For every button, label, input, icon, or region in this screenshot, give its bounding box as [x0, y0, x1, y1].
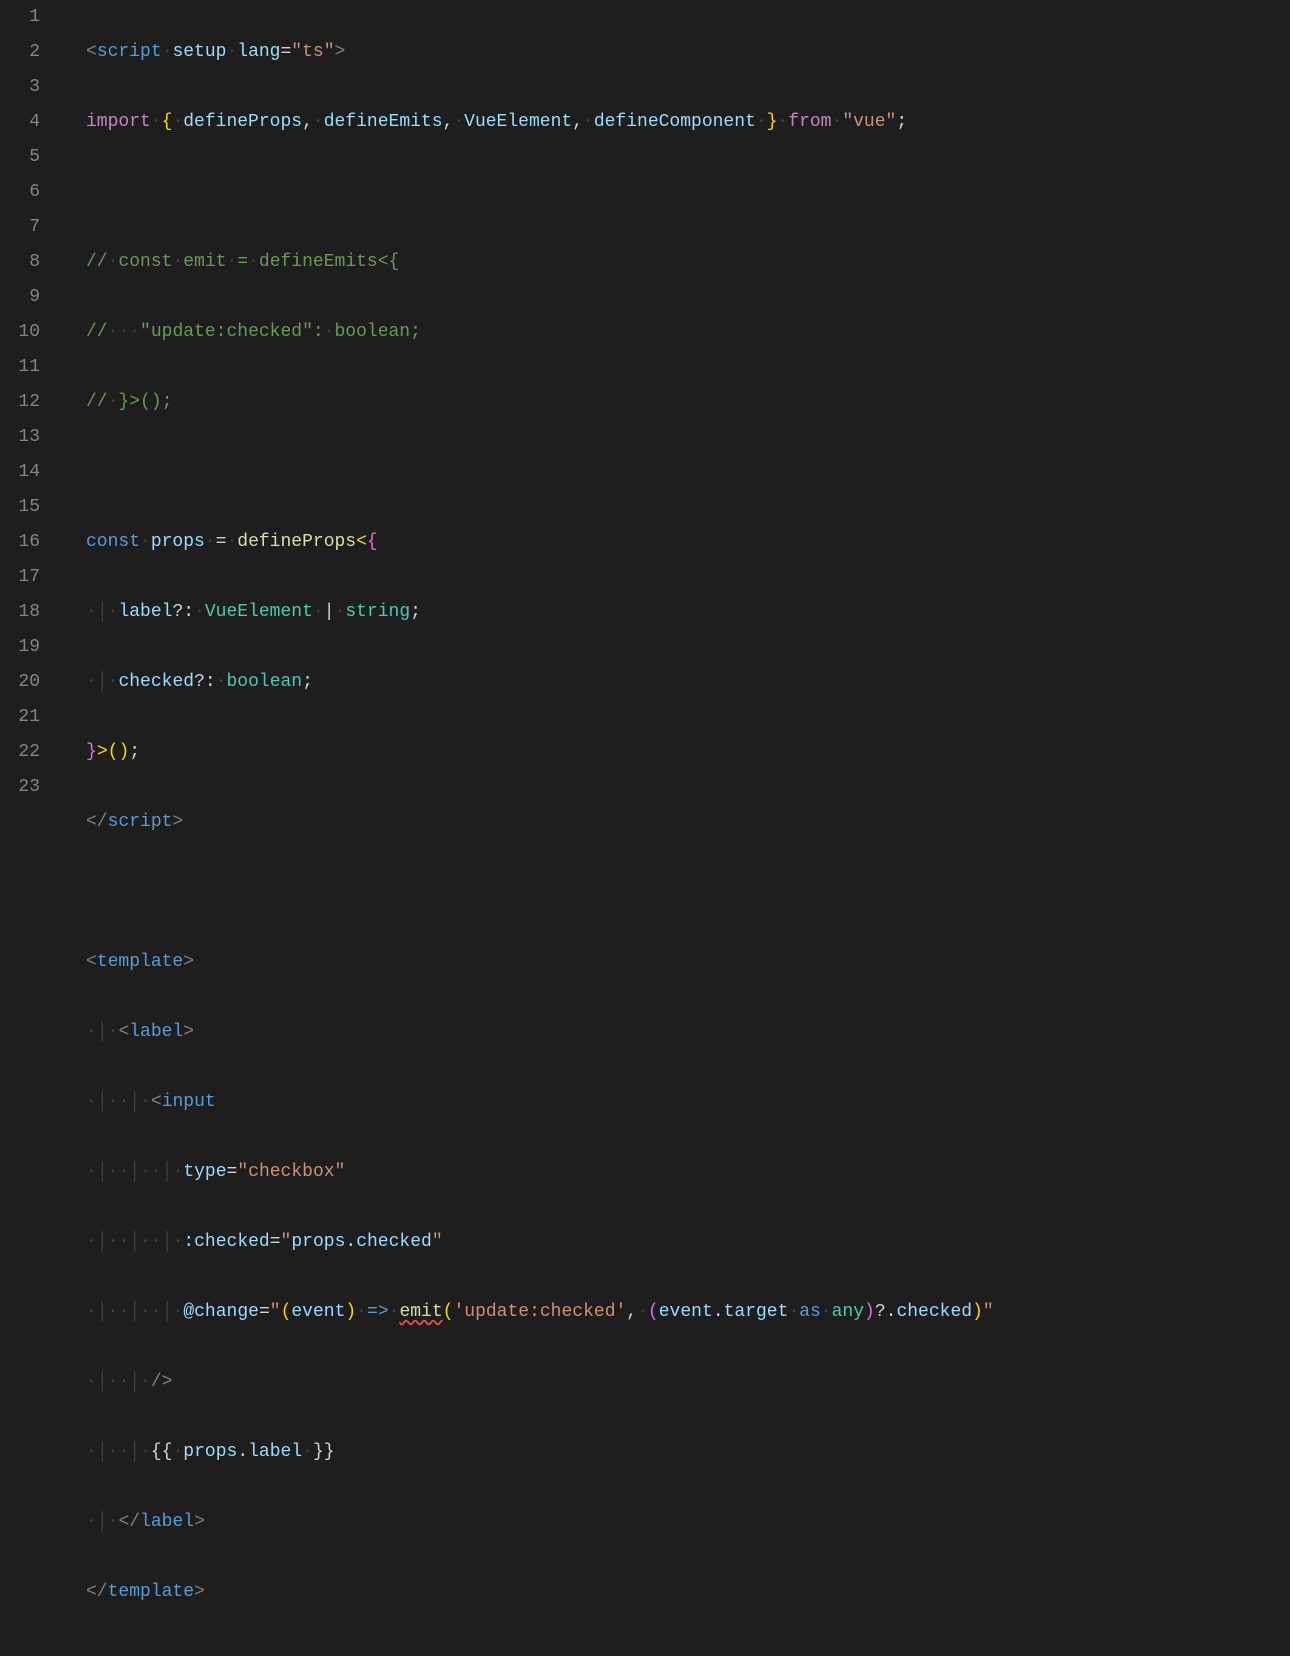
code-line[interactable]	[86, 455, 1290, 490]
code-line[interactable]: //·const·emit·=·defineEmits<{	[86, 245, 1290, 280]
line-number: 11	[0, 350, 40, 385]
line-number: 23	[0, 770, 40, 805]
line-number: 20	[0, 665, 40, 700]
line-number: 22	[0, 735, 40, 770]
line-number: 3	[0, 70, 40, 105]
line-number: 14	[0, 455, 40, 490]
code-editor[interactable]: 1 2 3 4 5 6 7 8 9 10 11 12 13 14 15 16 1…	[0, 0, 1290, 828]
line-number: 2	[0, 35, 40, 70]
code-line[interactable]: <template>	[86, 945, 1290, 980]
line-number: 21	[0, 700, 40, 735]
code-line[interactable]	[86, 175, 1290, 210]
line-number: 1	[0, 0, 40, 35]
code-line[interactable]: //·}>();	[86, 385, 1290, 420]
line-number: 8	[0, 245, 40, 280]
code-line[interactable]: import·{·defineProps,·defineEmits,·VueEl…	[86, 105, 1290, 140]
line-number: 6	[0, 175, 40, 210]
error-squiggle: emit	[399, 1302, 442, 1322]
code-line[interactable]: ·│·checked?:·boolean;	[86, 665, 1290, 700]
code-line[interactable]: </script>	[86, 805, 1290, 840]
line-number: 16	[0, 525, 40, 560]
code-line[interactable]: ·│·label?:·VueElement·|·string;	[86, 595, 1290, 630]
code-line[interactable]: ·│··│··│·:checked="props.checked"	[86, 1225, 1290, 1260]
line-number: 18	[0, 595, 40, 630]
code-line[interactable]: ·│··│·/>	[86, 1365, 1290, 1400]
code-line[interactable]: ·│··│··│·type="checkbox"	[86, 1155, 1290, 1190]
line-number: 4	[0, 105, 40, 140]
line-number-gutter: 1 2 3 4 5 6 7 8 9 10 11 12 13 14 15 16 1…	[0, 0, 62, 828]
code-line[interactable]: ·│··│··│·@change="(event)·=>·emit('updat…	[86, 1295, 1290, 1330]
code-line[interactable]: </template>	[86, 1575, 1290, 1610]
code-line[interactable]: ·│··│·<input	[86, 1085, 1290, 1120]
code-line[interactable]	[86, 875, 1290, 910]
line-number: 5	[0, 140, 40, 175]
code-line[interactable]: //···"update:checked":·boolean;	[86, 315, 1290, 350]
line-number: 17	[0, 560, 40, 595]
line-number: 12	[0, 385, 40, 420]
code-line[interactable]: const·props·=·defineProps<{	[86, 525, 1290, 560]
line-number: 7	[0, 210, 40, 245]
line-number: 9	[0, 280, 40, 315]
code-line[interactable]: ·│·<label>	[86, 1015, 1290, 1050]
line-number: 19	[0, 630, 40, 665]
code-line[interactable]: ·│·</label>	[86, 1505, 1290, 1540]
code-line[interactable]: <script·setup·lang="ts">	[86, 35, 1290, 70]
line-number: 10	[0, 315, 40, 350]
code-line[interactable]: }>();	[86, 735, 1290, 770]
code-area[interactable]: <script·setup·lang="ts"> import·{·define…	[62, 0, 1290, 828]
code-line[interactable]: ·│··│·{{·props.label·}}	[86, 1435, 1290, 1470]
line-number: 13	[0, 420, 40, 455]
line-number: 15	[0, 490, 40, 525]
